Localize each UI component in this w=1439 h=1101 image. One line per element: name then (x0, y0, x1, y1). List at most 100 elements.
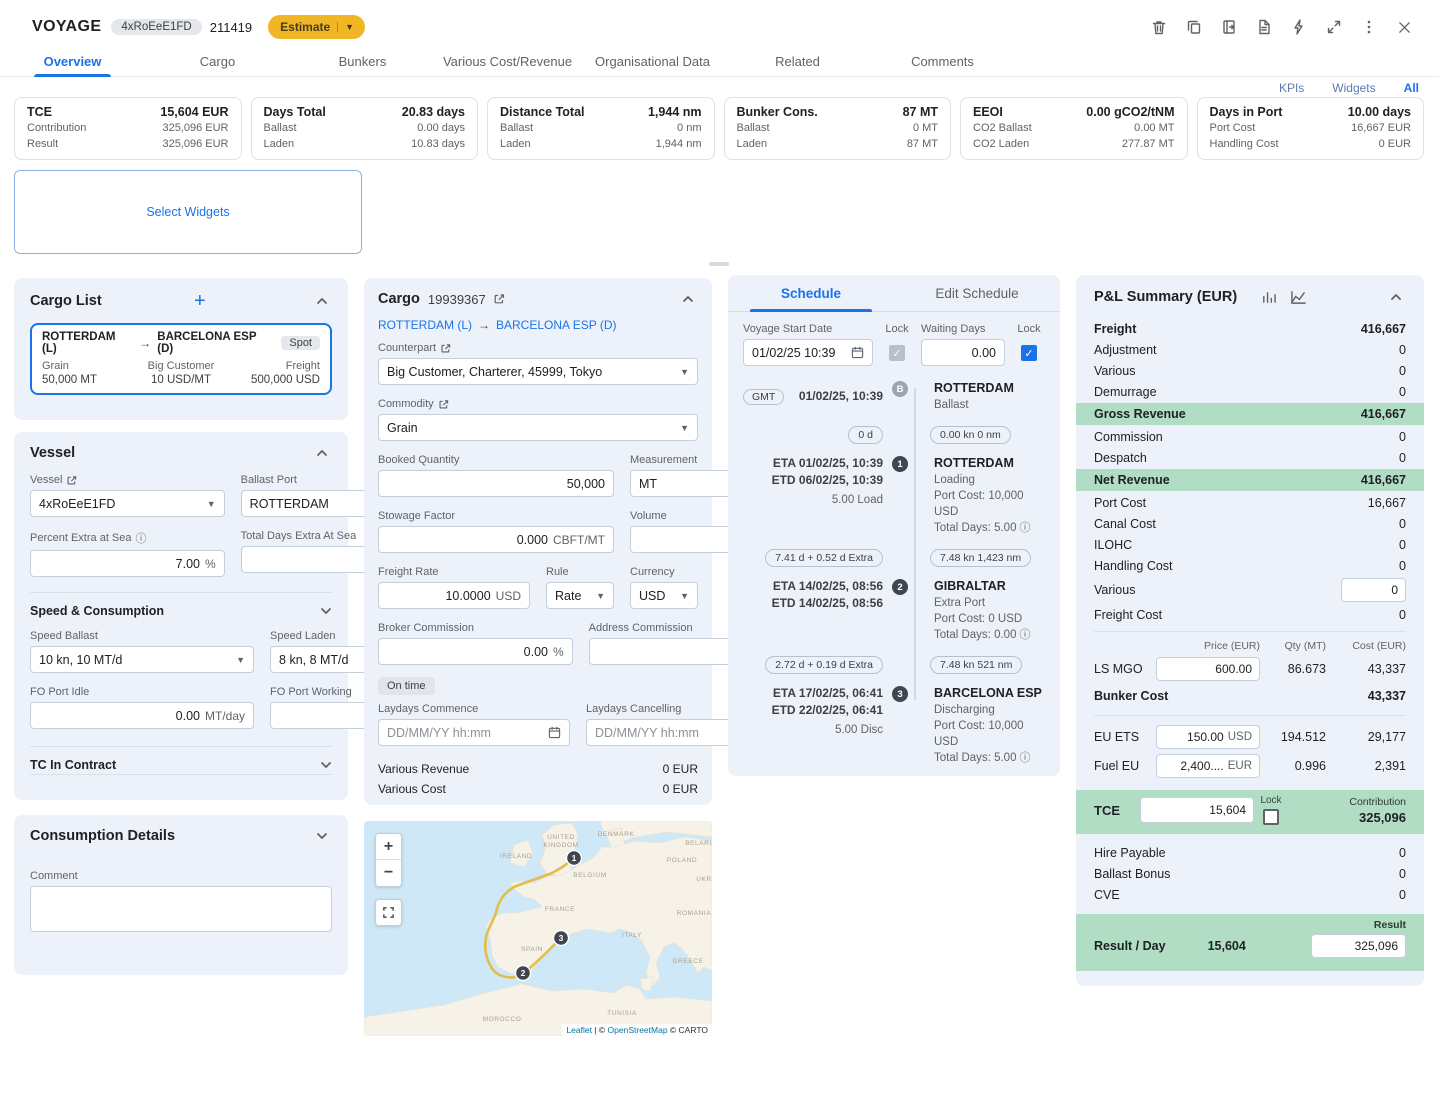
select-widgets-link[interactable]: Select Widgets (146, 205, 229, 219)
fullscreen-icon (382, 906, 395, 919)
map-marker-1[interactable]: 1 (572, 853, 577, 863)
bar-chart-icon[interactable] (1261, 290, 1276, 305)
tab-cargo[interactable]: Cargo (145, 47, 290, 76)
voyage-start-input[interactable] (752, 346, 851, 360)
lsmgo-price-input[interactable] (1164, 662, 1252, 676)
commodity-select[interactable]: Grain▼ (378, 414, 698, 441)
tab-various-cost-revenue[interactable]: Various Cost/Revenue (435, 47, 580, 76)
schedule-card: Schedule Edit Schedule Voyage Start Date… (728, 275, 1060, 776)
stowage-factor-input[interactable] (387, 533, 548, 547)
speed-consumption-section[interactable]: Speed & Consumption (30, 592, 332, 629)
map-label-kingdom: KINGDOM (543, 842, 578, 849)
freight-rate-input[interactable] (387, 589, 491, 603)
tce-input[interactable] (1148, 803, 1246, 817)
waiting-days-input[interactable] (930, 346, 996, 360)
tab-comments[interactable]: Comments (870, 47, 1015, 76)
external-link-icon[interactable] (438, 399, 449, 410)
voyage-start-lock-checkbox[interactable] (889, 345, 905, 361)
fullscreen-button[interactable] (1317, 10, 1351, 44)
fo-port-idle-input[interactable] (39, 709, 200, 723)
chevron-down-icon: ▼ (207, 499, 216, 509)
chevron-up-icon (316, 449, 328, 457)
vessel-select[interactable]: 4xRoEeE1FD▼ (30, 490, 225, 517)
broker-commission-input[interactable] (387, 645, 548, 659)
load-port-link[interactable]: ROTTERDAM (L) (378, 318, 472, 332)
counterpart-select[interactable]: Big Customer, Charterer, 45999, Tokyo▼ (378, 358, 698, 385)
estimate-button[interactable]: Estimate ▼ (268, 15, 365, 39)
schedule-stop-1[interactable]: ETA 01/02/25, 10:39 ETD 06/02/25, 10:39 … (743, 455, 1045, 536)
trash-icon (1151, 19, 1167, 36)
tab-overview[interactable]: Overview (0, 47, 145, 76)
add-cargo-button[interactable]: + (194, 291, 206, 311)
external-link-icon[interactable] (440, 343, 451, 354)
schedule-stop-2[interactable]: ETA 14/02/25, 08:56 ETD 14/02/25, 08:56 … (743, 578, 1045, 643)
collapse-vessel-button[interactable] (312, 445, 332, 461)
panel-drag-handle[interactable] (709, 262, 729, 266)
chevron-down-icon: ▼ (680, 367, 689, 377)
cargo-list-item[interactable]: ROTTERDAM (L) → BARCELONA ESP (D) Spot G… (30, 323, 332, 395)
map-marker-3[interactable]: 3 (559, 933, 564, 943)
book-arrow-icon (1221, 19, 1237, 35)
zoom-in-button[interactable]: + (376, 834, 401, 860)
tab-organisational-data[interactable]: Organisational Data (580, 47, 725, 76)
voyage-start-field (743, 339, 873, 366)
comment-textarea[interactable] (30, 886, 332, 932)
pnl-various-input[interactable] (1349, 583, 1398, 597)
delete-button[interactable] (1142, 10, 1176, 44)
widget-filter-links: KPIs Widgets All (1279, 81, 1419, 95)
tab-edit-schedule[interactable]: Edit Schedule (894, 275, 1060, 311)
leaflet-link[interactable]: Leaflet (566, 1025, 592, 1035)
currency-select[interactable]: USD▼ (630, 582, 698, 609)
tab-bunkers[interactable]: Bunkers (290, 47, 435, 76)
fueleu-price-input[interactable] (1164, 759, 1224, 773)
speed-ballast-select[interactable]: 10 kn, 10 MT/d▼ (30, 646, 254, 673)
euets-price-input[interactable] (1164, 730, 1224, 744)
timezone-chip[interactable]: GMT (743, 389, 784, 405)
quick-actions-button[interactable] (1282, 10, 1316, 44)
filter-widgets[interactable]: Widgets (1332, 81, 1375, 95)
tab-schedule[interactable]: Schedule (728, 275, 894, 311)
map-marker-2[interactable]: 2 (521, 968, 526, 978)
external-link-icon[interactable] (66, 475, 77, 486)
percent-extra-input[interactable] (39, 557, 200, 571)
pdf-export-button[interactable] (1247, 10, 1281, 44)
pnl-various-field (1341, 578, 1406, 602)
duplicate-button[interactable] (1177, 10, 1211, 44)
more-options-button[interactable] (1352, 10, 1386, 44)
chevron-up-icon (682, 295, 694, 303)
item-freight-total: 500,000 USD (227, 374, 320, 386)
waiting-days-lock-checkbox[interactable] (1021, 345, 1037, 361)
filter-kpis[interactable]: KPIs (1279, 81, 1304, 95)
various-revenue-value: 0 EUR (663, 762, 698, 776)
info-icon: ⓘ (1019, 750, 1030, 766)
close-button[interactable] (1387, 10, 1421, 44)
tc-in-contract-section[interactable]: TC In Contract (30, 746, 332, 775)
collapse-pnl-button[interactable] (1386, 289, 1406, 305)
transfer-button[interactable] (1212, 10, 1246, 44)
tab-related[interactable]: Related (725, 47, 870, 76)
schedule-stop-3[interactable]: ETA 17/02/25, 06:41 ETD 22/02/25, 06:41 … (743, 685, 1045, 766)
calendar-icon[interactable] (851, 346, 864, 359)
consumption-details-card: Consumption Details Comment (14, 815, 348, 975)
open-cargo-icon[interactable] (493, 293, 505, 305)
osm-link[interactable]: OpenStreetMap (608, 1025, 668, 1035)
zoom-out-button[interactable]: − (376, 860, 401, 886)
route-map-widget[interactable]: UNITED KINGDOM IRELAND DENMARK POLAND BE… (364, 821, 712, 1036)
map-fullscreen-button[interactable] (375, 899, 402, 926)
laydays-commence-input[interactable] (387, 726, 548, 740)
rule-select[interactable]: Rate▼ (546, 582, 614, 609)
collapse-consumption-button[interactable] (312, 828, 332, 844)
calendar-icon[interactable] (548, 726, 561, 739)
lsmgo-price-field (1156, 657, 1260, 681)
result-total-input[interactable] (1319, 939, 1398, 953)
tce-lock-checkbox[interactable] (1263, 809, 1279, 825)
line-chart-icon[interactable] (1291, 290, 1306, 305)
kpi-card-bunker-cons: Bunker Cons.87 MT Ballast0 MT Laden87 MT (724, 97, 952, 160)
discharge-port-link[interactable]: BARCELONA ESP (D) (496, 318, 616, 332)
collapse-cargo-list-button[interactable] (312, 293, 332, 309)
collapse-cargo-button[interactable] (678, 291, 698, 307)
origin-port: ROTTERDAM (934, 380, 1045, 397)
marker-stop-2: 2 (892, 579, 908, 595)
booked-quantity-input[interactable] (387, 477, 605, 491)
filter-all[interactable]: All (1404, 81, 1419, 95)
